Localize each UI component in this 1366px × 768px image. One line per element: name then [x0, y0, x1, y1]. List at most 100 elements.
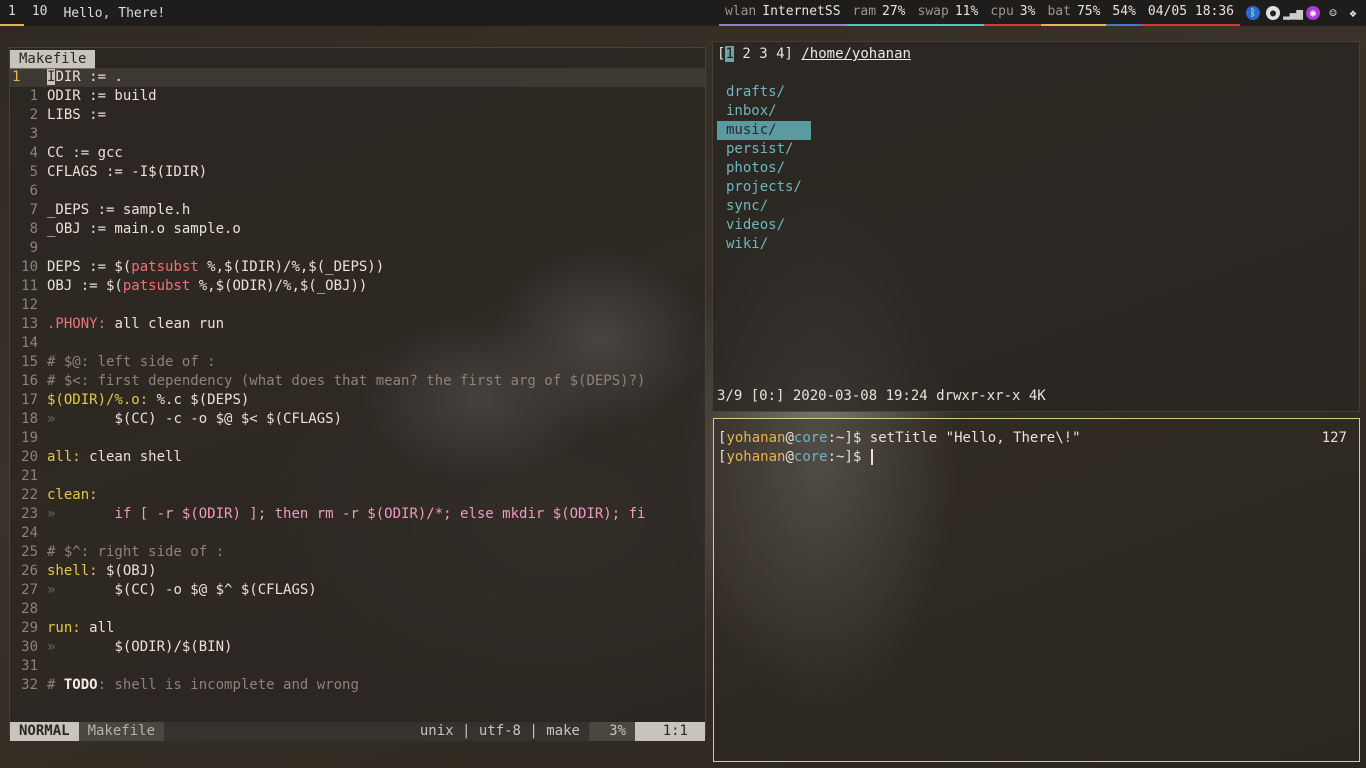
editor-line[interactable]: 26 shell: $(OBJ)	[10, 562, 705, 581]
fm-directory-item[interactable]: music/	[717, 121, 811, 140]
fm-directory-item[interactable]: drafts/	[717, 83, 811, 102]
editor-lines[interactable]: 1 IDIR := . 1 ODIR := build 2 LIBS := 3 4 CC := …	[10, 68, 705, 695]
editor-line[interactable]: 11 OBJ := $(patsubst %,$(ODIR)/%,$(_OBJ))	[10, 277, 705, 296]
line-text[interactable]: DEPS := $(patsubst %,$(IDIR)/%,$(_DEPS))	[47, 258, 384, 277]
line-text[interactable]: _OBJ := main.o sample.o	[47, 220, 241, 239]
vim-editor-pane[interactable]: Makefile 1 IDIR := . 1 ODIR := build 2 LIBS :…	[9, 47, 706, 741]
editor-line[interactable]: 14	[10, 334, 705, 353]
editor-line[interactable]: 16 # $<: first dependency (what does that…	[10, 372, 705, 391]
editor-line[interactable]: 10 DEPS := $(patsubst %,$(IDIR)/%,$(_DEPS…	[10, 258, 705, 277]
editor-line[interactable]: 13 .PHONY: all clean run	[10, 315, 705, 334]
line-text[interactable]: shell: $(OBJ)	[47, 562, 157, 581]
editor-line[interactable]: 1 IDIR := .	[10, 68, 705, 87]
line-number: 24	[21, 525, 38, 541]
line-number: 14	[21, 335, 38, 351]
fm-tab-4[interactable]: 4	[776, 46, 784, 62]
editor-line[interactable]: 3	[10, 125, 705, 144]
editor-line[interactable]: 1 ODIR := build	[10, 87, 705, 106]
line-text[interactable]: CC := gcc	[47, 144, 123, 163]
fm-directory-item[interactable]: photos/	[717, 159, 811, 178]
battery-value: 75%	[1076, 4, 1101, 19]
line-text[interactable]: LIBS :=	[47, 106, 106, 125]
line-text[interactable]: $(ODIR)/%.o: %.c $(DEPS)	[47, 391, 249, 410]
line-text[interactable]: # $<: first dependency (what does that m…	[47, 372, 645, 391]
editor-line[interactable]: 2 LIBS :=	[10, 106, 705, 125]
buffer-tab[interactable]: Makefile	[10, 50, 96, 69]
line-text[interactable]: ODIR := build	[47, 87, 157, 106]
editor-line[interactable]: 17 $(ODIR)/%.o: %.c $(DEPS)	[10, 391, 705, 410]
workspace-1[interactable]: 1	[0, 0, 24, 26]
editor-line[interactable]: 9	[10, 239, 705, 258]
editor-line[interactable]: 30 » $(ODIR)/$(BIN)	[10, 638, 705, 657]
terminal-line: [yohanan@core:~]$ setTitle "Hello, There…	[718, 430, 1081, 446]
editor-line[interactable]: 7 _DEPS := sample.h	[10, 201, 705, 220]
editor-line[interactable]: 15 # $@: left side of :	[10, 353, 705, 372]
fm-tab-2[interactable]: 2	[742, 46, 750, 62]
file-manager-pane[interactable]: [1 2 3 4] /home/yohanan drafts/inbox/mus…	[712, 41, 1360, 412]
editor-line[interactable]: 32 # TODO: shell is incomplete and wrong	[10, 676, 705, 695]
line-text[interactable]: run: all	[47, 619, 114, 638]
line-text[interactable]: .PHONY: all clean run	[47, 315, 224, 334]
line-text[interactable]: all: clean shell	[47, 448, 182, 467]
editor-line[interactable]: 8 _OBJ := main.o sample.o	[10, 220, 705, 239]
steam-icon[interactable]: ●	[1266, 6, 1280, 20]
fm-directory-item[interactable]: projects/	[717, 178, 811, 197]
editor-line[interactable]: 5 CFLAGS := -I$(IDIR)	[10, 163, 705, 182]
editor-line[interactable]: 18 » $(CC) -c -o $@ $< $(CFLAGS)	[10, 410, 705, 429]
editor-line[interactable]: 27 » $(CC) -o $@ $^ $(CFLAGS)	[10, 581, 705, 600]
editor-line[interactable]: 28	[10, 600, 705, 619]
fm-path: /home/yohanan	[801, 46, 911, 62]
editor-line[interactable]: 31	[10, 657, 705, 676]
editor-line[interactable]: 12	[10, 296, 705, 315]
terminal-pane[interactable]: [yohanan@core:~]$ setTitle "Hello, There…	[713, 418, 1360, 762]
discord-icon[interactable]: ☺	[1326, 6, 1340, 20]
workspace-10[interactable]: 10	[24, 0, 56, 26]
fm-directory-item[interactable]: persist/	[717, 140, 811, 159]
fm-directory-item[interactable]: videos/	[717, 216, 811, 235]
fm-directory-item[interactable]: sync/	[717, 197, 811, 216]
editor-line[interactable]: 29 run: all	[10, 619, 705, 638]
line-text[interactable]: » $(ODIR)/$(BIN)	[47, 638, 232, 657]
line-text[interactable]: » $(CC) -o $@ $^ $(CFLAGS)	[47, 581, 317, 600]
line-text[interactable]: # $^: right side of :	[47, 543, 224, 562]
line-text[interactable]: » $(CC) -c -o $@ $< $(CFLAGS)	[47, 410, 342, 429]
firefox-icon[interactable]: ◉	[1306, 6, 1320, 20]
fm-tab-3[interactable]: 3	[759, 46, 767, 62]
line-text[interactable]: # $@: left side of :	[47, 353, 216, 372]
line-text[interactable]: _DEPS := sample.h	[47, 201, 190, 220]
signal-icon[interactable]: ▂▄▆	[1283, 6, 1303, 20]
mode-indicator: NORMAL	[10, 722, 79, 741]
editor-line[interactable]: 24	[10, 524, 705, 543]
vim-statusline: NORMAL Makefile unix | utf-8 | make 3% 1…	[10, 722, 705, 741]
line-number: 19	[21, 430, 38, 446]
editor-line[interactable]: 23 » if [ -r $(ODIR) ]; then rm -r $(ODIR…	[10, 505, 705, 524]
editor-line[interactable]: 4 CC := gcc	[10, 144, 705, 163]
editor-line[interactable]: 20 all: clean shell	[10, 448, 705, 467]
line-text[interactable]: clean:	[47, 486, 98, 505]
line-text[interactable]: » if [ -r $(ODIR) ]; then rm -r $(ODIR)/…	[47, 505, 645, 524]
line-number: 15	[21, 354, 38, 370]
fm-directory-list[interactable]: drafts/inbox/music/persist/photos/projec…	[717, 83, 811, 254]
editor-line[interactable]: 19	[10, 429, 705, 448]
fm-tab-1[interactable]: 1	[725, 46, 734, 62]
battery-label: bat	[1047, 4, 1071, 19]
line-text[interactable]: OBJ := $(patsubst %,$(ODIR)/%,$(_OBJ))	[47, 277, 367, 296]
editor-line[interactable]: 21	[10, 467, 705, 486]
fm-directory-item[interactable]: inbox/	[717, 102, 811, 121]
volume-module[interactable]: 54%	[1106, 0, 1142, 26]
bluetooth-icon[interactable]: ᛒ	[1246, 6, 1260, 20]
fm-directory-item[interactable]: wiki/	[717, 235, 811, 254]
line-text[interactable]: CFLAGS := -I$(IDIR)	[47, 163, 207, 182]
editor-line[interactable]: 6	[10, 182, 705, 201]
editor-line[interactable]: 22 clean:	[10, 486, 705, 505]
line-text[interactable]: # TODO: shell is incomplete and wrong	[47, 676, 359, 695]
terminal-prompt-line[interactable]: [yohanan@core:~]$	[718, 448, 873, 467]
line-number: 1	[12, 69, 21, 85]
line-number: 28	[21, 601, 38, 617]
line-number: 2	[29, 107, 38, 123]
line-number: 9	[29, 240, 38, 256]
prompt-user: yohanan	[726, 430, 786, 446]
line-text[interactable]: IDIR := .	[47, 68, 123, 87]
editor-line[interactable]: 25 # $^: right side of :	[10, 543, 705, 562]
dropbox-icon[interactable]: ❖	[1346, 6, 1360, 20]
